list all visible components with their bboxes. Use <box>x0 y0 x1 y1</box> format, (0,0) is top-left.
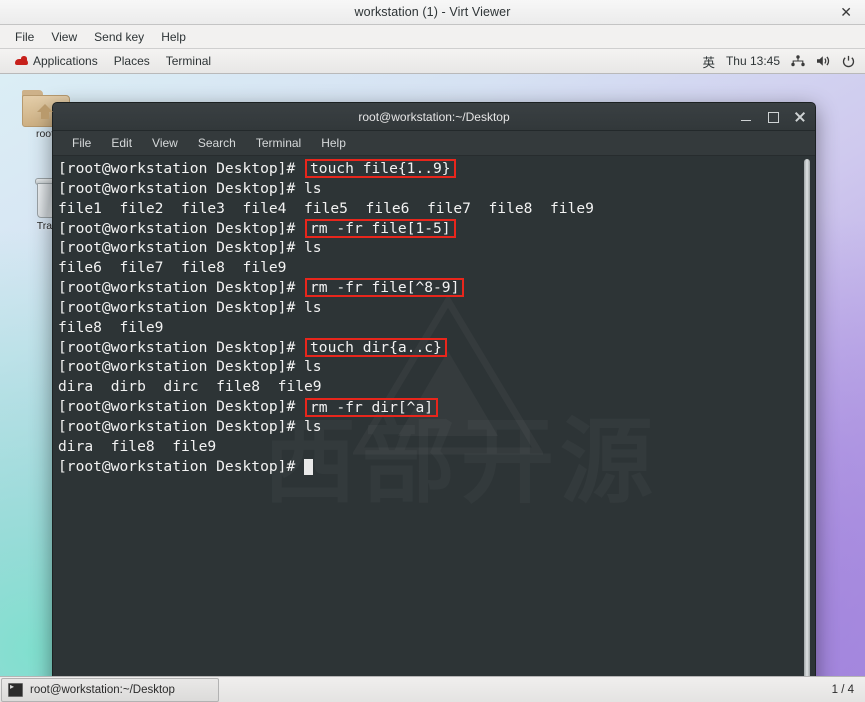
terminal-titlebar[interactable]: root@workstation:~/Desktop <box>53 103 815 131</box>
terminal-window: root@workstation:~/Desktop File Edit Vie… <box>52 102 816 676</box>
taskbar-window-button[interactable]: root@workstation:~/Desktop <box>1 677 219 702</box>
close-icon[interactable]: ✕ <box>836 3 856 21</box>
terminal-line: dira dirb dirc file8 file9 <box>58 377 815 397</box>
terminal-line: [root@workstation Desktop]# touch dir{a.… <box>58 338 815 358</box>
workspace-indicator[interactable]: 1 / 4 <box>832 684 854 696</box>
terminal-line: file1 file2 file3 file4 file5 file6 file… <box>58 199 815 219</box>
viewer-menu-help[interactable]: Help <box>153 27 194 47</box>
terminal-line: file6 file7 file8 file9 <box>58 258 815 278</box>
terminal-text: [root@workstation Desktop]# touch file{1… <box>58 159 815 477</box>
terminal-output: file6 file7 file8 file9 <box>58 259 287 277</box>
terminal-command: rm -fr dir[^a] <box>305 397 439 417</box>
terminal-menu-terminal[interactable]: Terminal <box>247 133 310 153</box>
maximize-icon[interactable] <box>766 110 780 124</box>
terminal-command: ls <box>304 417 322 435</box>
terminal-output-area[interactable]: 西部开源 [root@workstation Desktop]# touch f… <box>53 156 815 676</box>
terminal-prompt: [root@workstation Desktop]# <box>58 358 305 376</box>
terminal-title: root@workstation:~/Desktop <box>358 109 510 124</box>
terminal-prompt: [root@workstation Desktop]# <box>58 338 305 356</box>
terminal-line: [root@workstation Desktop]# ls <box>58 298 815 318</box>
viewer-title: workstation (1) - Virt Viewer <box>354 5 511 19</box>
terminal-prompt: [root@workstation Desktop]# <box>58 219 305 237</box>
terminal-cursor <box>304 458 314 475</box>
terminal-menu-help[interactable]: Help <box>312 133 355 153</box>
minimize-icon[interactable] <box>739 110 753 124</box>
terminal-command: ls <box>304 298 322 316</box>
terminal-command: ls <box>304 179 322 197</box>
volume-icon[interactable] <box>816 55 831 67</box>
terminal-prompt: [root@workstation Desktop]# <box>58 417 305 435</box>
terminal-prompt: [root@workstation Desktop]# <box>58 239 305 257</box>
terminal-command: rm -fr file[1-5] <box>305 218 456 238</box>
terminal-line: file8 file9 <box>58 318 815 338</box>
terminal-menu-file[interactable]: File <box>63 133 100 153</box>
network-icon[interactable] <box>791 55 805 67</box>
terminal-output: dira dirb dirc file8 file9 <box>58 378 322 396</box>
terminal-output: dira file8 file9 <box>58 437 217 455</box>
taskbar-window-label: root@workstation:~/Desktop <box>30 683 175 696</box>
terminal-menu[interactable]: Terminal <box>159 51 218 71</box>
power-icon[interactable] <box>842 55 855 68</box>
terminal-line: [root@workstation Desktop]# ls <box>58 357 815 377</box>
terminal-menu-edit[interactable]: Edit <box>102 133 141 153</box>
terminal-close-icon[interactable] <box>793 110 807 124</box>
terminal-command: ls <box>304 358 322 376</box>
applications-label: Applications <box>33 54 98 68</box>
terminal-line: [root@workstation Desktop]# rm -fr file[… <box>58 218 815 239</box>
terminal-icon <box>8 682 23 697</box>
terminal-prompt: [root@workstation Desktop]# <box>58 279 305 297</box>
viewer-menubar: File View Send key Help <box>0 25 865 49</box>
terminal-line: [root@workstation Desktop]# <box>58 457 815 477</box>
terminal-line: [root@workstation Desktop]# ls <box>58 417 815 437</box>
terminal-prompt: [root@workstation Desktop]# <box>58 160 305 177</box>
terminal-line: dira file8 file9 <box>58 437 815 457</box>
terminal-line: [root@workstation Desktop]# ls <box>58 179 815 199</box>
terminal-menu-search[interactable]: Search <box>189 133 245 153</box>
terminal-line: [root@workstation Desktop]# rm -fr file[… <box>58 278 815 298</box>
viewer-titlebar: workstation (1) - Virt Viewer ✕ <box>0 0 865 25</box>
viewer-menu-send-key[interactable]: Send key <box>86 27 152 47</box>
terminal-prompt: [root@workstation Desktop]# <box>58 298 305 316</box>
redhat-logo-icon <box>15 55 28 67</box>
desktop[interactable]: root Trash root@workstation:~/Desktop Fi… <box>0 74 865 676</box>
places-menu[interactable]: Places <box>107 51 157 71</box>
terminal-output: file1 file2 file3 file4 file5 file6 file… <box>58 199 594 217</box>
terminal-scrollbar[interactable] <box>803 159 811 676</box>
terminal-command: rm -fr file[^8-9] <box>305 278 465 298</box>
terminal-scrollbar-thumb[interactable] <box>804 159 810 676</box>
taskbar: root@workstation:~/Desktop 1 / 4 <box>0 676 865 702</box>
gnome-top-panel: Applications Places Terminal 英 Thu 13:45 <box>0 49 865 74</box>
input-method-icon[interactable]: 英 <box>702 52 715 71</box>
terminal-command: ls <box>304 239 322 257</box>
terminal-menubar: File Edit View Search Terminal Help <box>53 131 815 156</box>
terminal-line: [root@workstation Desktop]# ls <box>58 238 815 258</box>
terminal-prompt: [root@workstation Desktop]# <box>58 398 305 416</box>
terminal-line: [root@workstation Desktop]# rm -fr dir[^… <box>58 397 815 417</box>
terminal-command: touch file{1..9} <box>305 159 456 179</box>
viewer-menu-file[interactable]: File <box>7 27 42 47</box>
terminal-line: [root@workstation Desktop]# touch file{1… <box>58 159 815 179</box>
terminal-output: file8 file9 <box>58 318 164 336</box>
terminal-prompt: [root@workstation Desktop]# <box>58 179 305 197</box>
viewer-menu-view[interactable]: View <box>43 27 85 47</box>
terminal-command: touch dir{a..c} <box>305 338 447 358</box>
terminal-prompt: [root@workstation Desktop]# <box>58 457 305 475</box>
clock[interactable]: Thu 13:45 <box>726 54 780 68</box>
virt-viewer-window: workstation (1) - Virt Viewer ✕ File Vie… <box>0 0 865 702</box>
terminal-menu-view[interactable]: View <box>143 133 187 153</box>
applications-menu[interactable]: Applications <box>8 51 105 71</box>
